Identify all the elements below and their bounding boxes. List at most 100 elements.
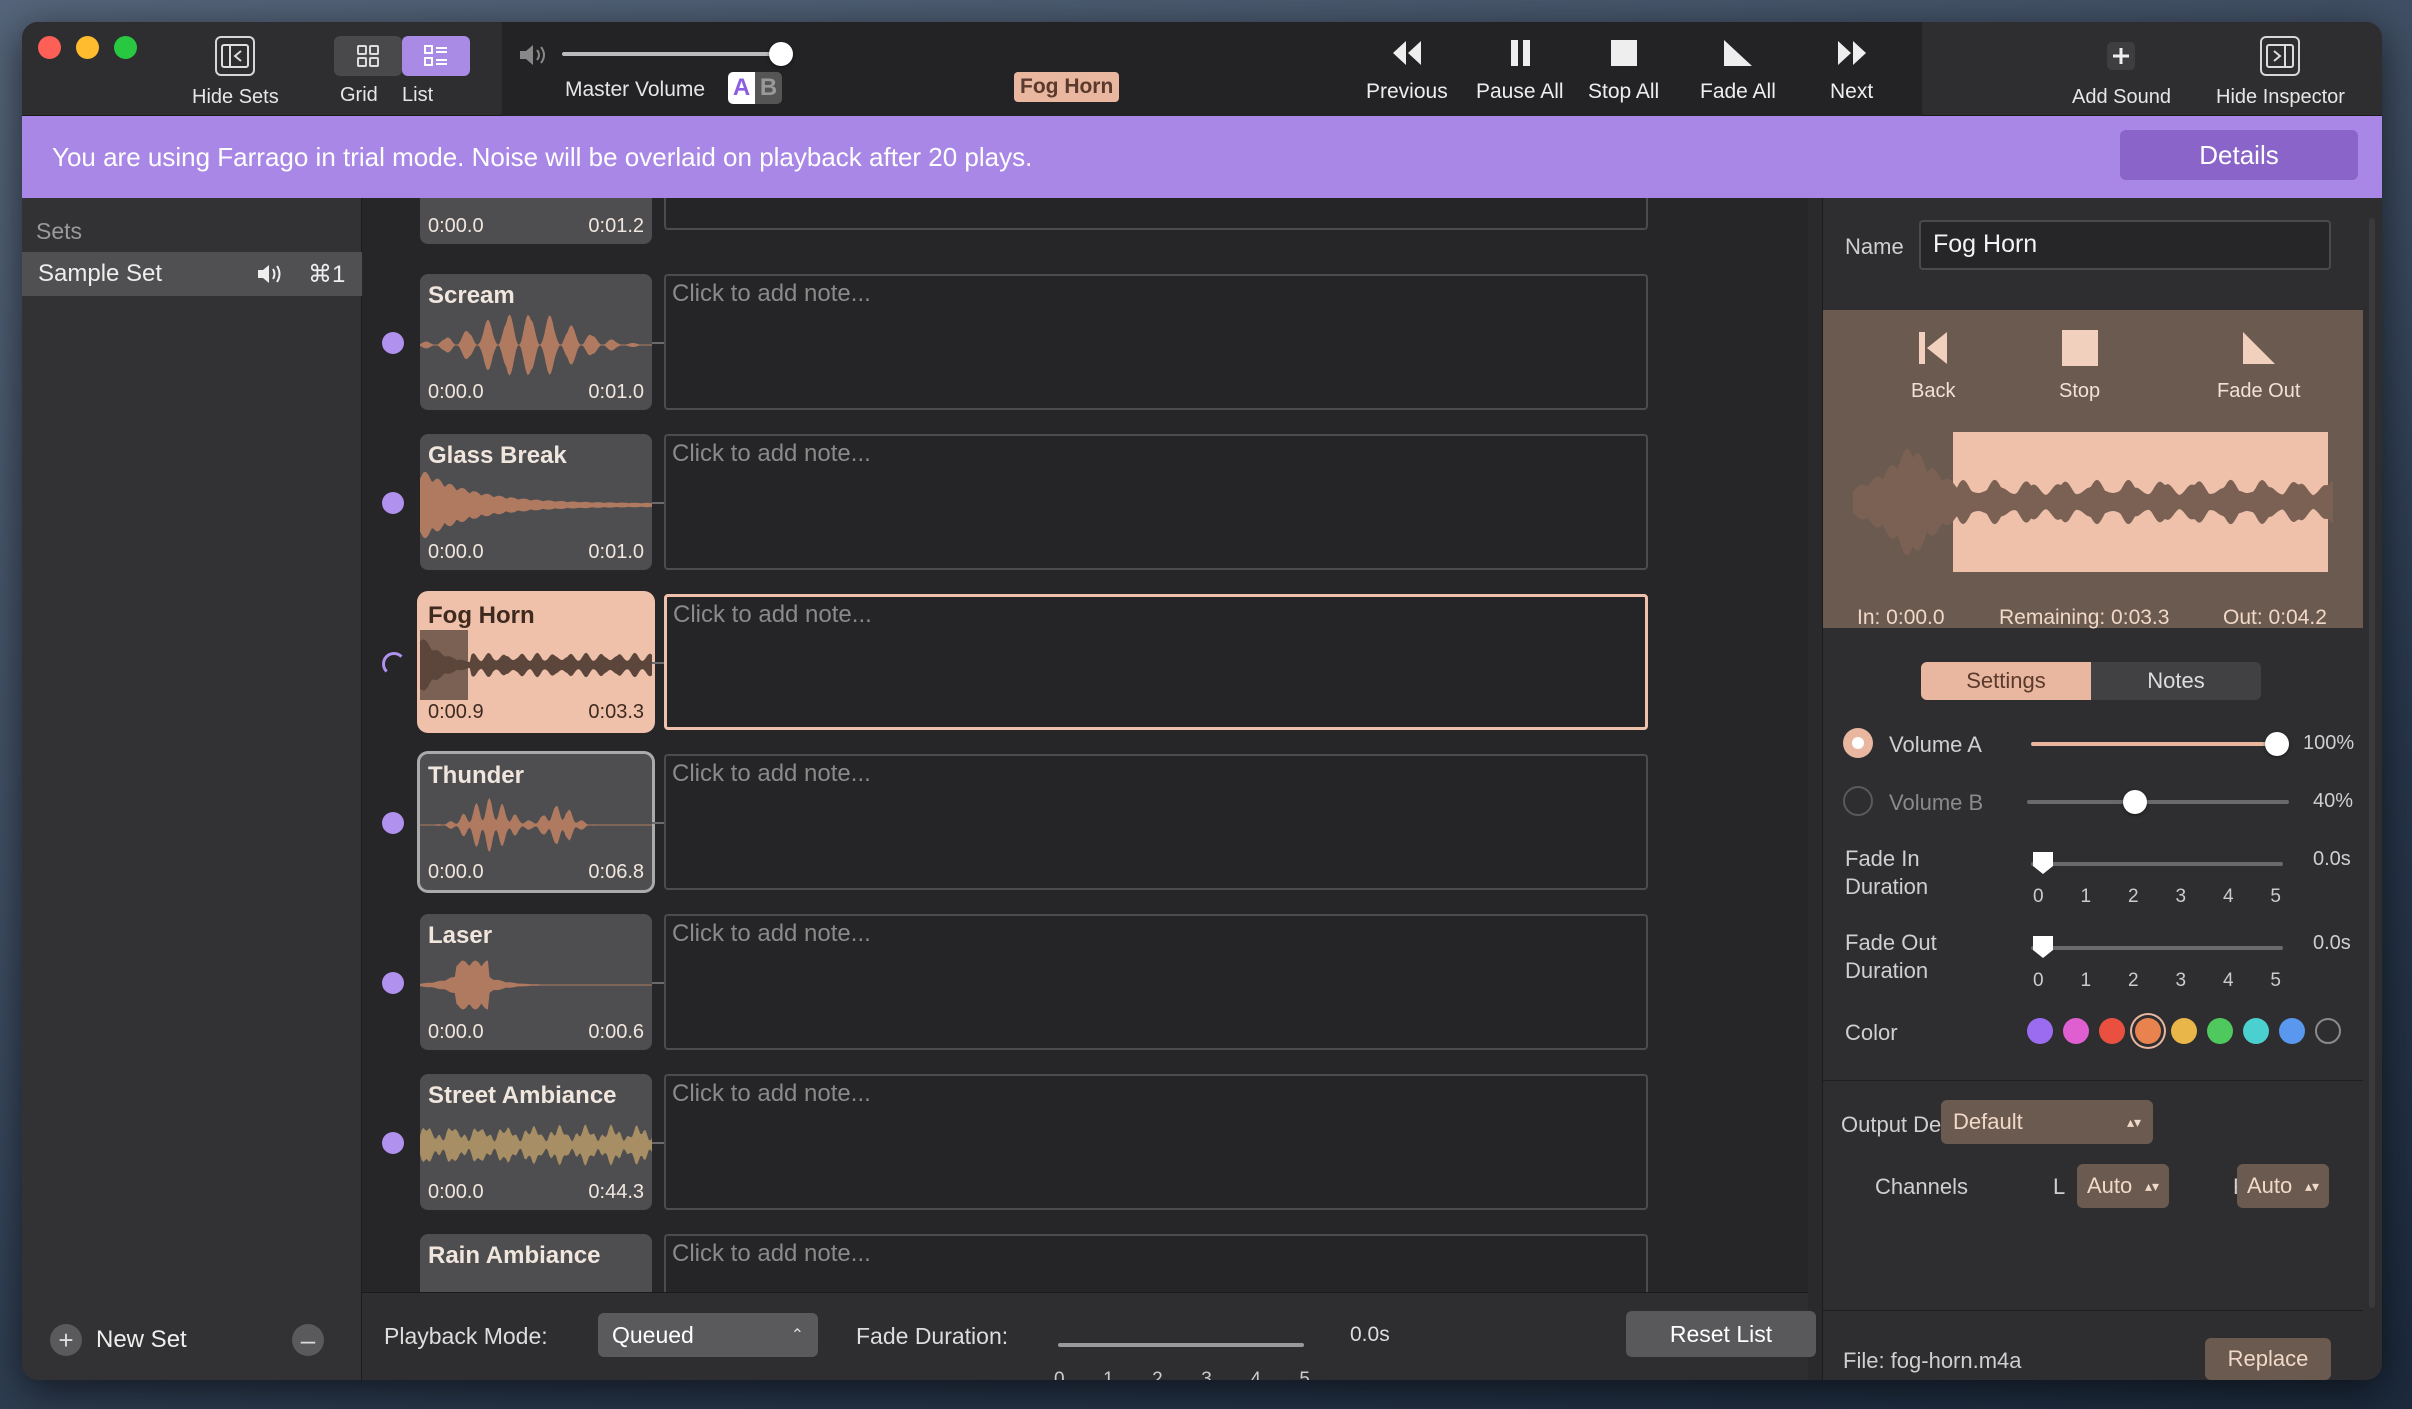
farrago-window: Hide Sets Grid List Master Volume A B Fo… [22, 22, 2382, 1380]
color-swatch[interactable] [2315, 1018, 2341, 1044]
replace-button[interactable]: Replace [2205, 1338, 2331, 1380]
volume-b-slider[interactable] [2027, 800, 2289, 804]
color-swatch[interactable] [2027, 1018, 2053, 1044]
color-swatch[interactable] [2171, 1018, 2197, 1044]
volume-a-radio[interactable] [1843, 728, 1873, 758]
chevron-updown-icon: ▴▾ [2144, 1177, 2159, 1194]
tile-start-time: 0:00.0 [428, 861, 484, 883]
sound-tile[interactable]: Glass Break 0:00.0 0:01.0 [420, 434, 652, 570]
sound-tile[interactable]: Street Ambiance 0:00.0 0:44.3 [420, 1074, 652, 1210]
ab-switch[interactable]: A B [728, 72, 782, 104]
stop-all-label: Stop All [1588, 80, 1660, 103]
color-swatch[interactable] [2099, 1018, 2125, 1044]
volume-a-knob[interactable] [2265, 732, 2289, 756]
note-field[interactable]: Click to add note... [664, 754, 1648, 890]
tab-notes[interactable]: Notes [2091, 662, 2261, 700]
pause-all-button[interactable]: Pause All [1476, 22, 1564, 104]
master-volume-slider[interactable] [562, 52, 788, 56]
list-item: Thunder 0:00.0 0:06.8 Click to add note... [362, 754, 1808, 914]
note-field[interactable]: Click to add note... [664, 914, 1648, 1050]
playback-mode-select[interactable]: Queued ⌃ [598, 1313, 818, 1357]
output-device-dropdown[interactable]: Default ▴▾ [1941, 1100, 2153, 1144]
fade-in-value: 0.0s [2313, 848, 2351, 870]
ab-b[interactable]: B [755, 72, 782, 104]
previous-button[interactable]: Previous [1366, 22, 1448, 104]
note-field[interactable]: Click to add note... [664, 1234, 1648, 1292]
sound-tile[interactable]: Scream 0:00.0 0:01.0 [420, 274, 652, 410]
name-field[interactable]: Fog Horn [1919, 220, 2331, 270]
tile-title: Thunder [428, 762, 524, 789]
volume-b-label: Volume B [1889, 790, 1984, 815]
hide-inspector-button[interactable]: Hide Inspector [2216, 36, 2345, 109]
color-swatch[interactable] [2207, 1018, 2233, 1044]
stop-button[interactable]: Stop [2059, 328, 2100, 403]
sound-tile[interactable]: Laser 0:00.0 0:00.6 [420, 914, 652, 1050]
fade-out-button[interactable]: Fade Out [2217, 328, 2300, 403]
fade-in-slider[interactable] [2031, 862, 2283, 866]
tile-title: Rain Ambiance [428, 1242, 601, 1269]
reset-list-button[interactable]: Reset List [1626, 1311, 1816, 1357]
grid-view-button[interactable] [334, 36, 402, 76]
chevron-updown-icon: ⌃ [790, 1327, 804, 1344]
list-view-button[interactable] [402, 36, 470, 76]
playback-mode-label: Playback Mode: [384, 1323, 548, 1349]
back-button[interactable]: Back [1911, 328, 1955, 403]
fade-icon [2242, 332, 2275, 364]
volume-b-knob[interactable] [2123, 790, 2147, 814]
sets-title: Sets [36, 218, 83, 244]
color-swatch[interactable] [2063, 1018, 2089, 1044]
fast-forward-icon [1837, 41, 1866, 65]
hide-sets-button[interactable]: Hide Sets [192, 36, 279, 109]
view-mode-segmented[interactable] [334, 36, 470, 76]
inspector-tabs[interactable]: Settings Notes [1921, 662, 2261, 700]
stop-icon [1610, 40, 1637, 66]
pause-all-label: Pause All [1476, 80, 1564, 103]
zoom-button[interactable] [114, 36, 137, 59]
tile-title: Glass Break [428, 442, 567, 469]
next-button[interactable]: Next [1830, 22, 1873, 104]
list-item: Scream 0:00.0 0:01.0 Click to add note... [362, 274, 1808, 434]
new-set-button[interactable]: + New Set [50, 1324, 187, 1356]
waveform [420, 314, 652, 376]
add-sound-button[interactable]: Add Sound [2072, 36, 2171, 109]
inspector-scrollbar[interactable] [2369, 218, 2375, 1308]
channel-l-select[interactable]: Auto ▴▾ [2077, 1164, 2169, 1208]
sound-tile[interactable]: Fog Horn 0:00.9 0:03.3 [420, 594, 652, 730]
tile-start-time: 0:00.9 [428, 701, 484, 723]
color-label: Color [1845, 1020, 1898, 1045]
tab-settings[interactable]: Settings [1921, 662, 2091, 700]
note-field[interactable]: Click to add note... [664, 434, 1648, 570]
fade-all-button[interactable]: Fade All [1700, 22, 1776, 104]
note-field[interactable]: Click to add note... [664, 1074, 1648, 1210]
minimize-button[interactable] [76, 36, 99, 59]
remaining-time: Remaining: 0:03.3 [1999, 606, 2170, 629]
color-swatch[interactable] [2279, 1018, 2305, 1044]
sound-tile[interactable]: Thunder 0:00.0 0:06.8 [420, 754, 652, 890]
stop-all-button[interactable]: Stop All [1588, 22, 1659, 104]
details-button[interactable]: Details [2120, 130, 2358, 180]
ab-a[interactable]: A [728, 72, 755, 104]
close-button[interactable] [38, 36, 61, 59]
sound-tile-partial[interactable]: 0:00.0 0:01.2 [420, 198, 652, 244]
volume-a-slider[interactable] [2031, 742, 2277, 746]
inspector-waveform[interactable] [1853, 422, 2333, 582]
fade-out-knob[interactable] [2031, 934, 2055, 960]
note-field[interactable] [664, 198, 1648, 230]
fade-duration-slider[interactable] [1058, 1343, 1304, 1347]
set-row-sample[interactable]: Sample Set ⌘1 [22, 252, 362, 296]
in-time: In: 0:00.0 [1857, 606, 1945, 629]
color-swatch[interactable] [2243, 1018, 2269, 1044]
note-field[interactable]: Click to add note... [664, 594, 1648, 730]
playback-mode-value: Queued [612, 1321, 694, 1348]
tile-end-time: 0:01.2 [588, 215, 644, 237]
remove-set-button[interactable]: – [292, 1324, 324, 1356]
note-field[interactable]: Click to add note... [664, 274, 1648, 410]
channel-r-select[interactable]: Auto ▴▾ [2237, 1164, 2329, 1208]
list-item: Street Ambiance 0:00.0 0:44.3 Click to add … [362, 1074, 1808, 1234]
fade-out-slider[interactable] [2031, 946, 2283, 950]
sound-tile[interactable]: Rain Ambiance [420, 1234, 652, 1292]
fade-out-label: Fade Out [1845, 930, 1937, 955]
volume-b-radio[interactable] [1843, 786, 1873, 816]
fade-in-knob[interactable] [2031, 850, 2055, 876]
color-swatch[interactable] [2135, 1018, 2161, 1044]
